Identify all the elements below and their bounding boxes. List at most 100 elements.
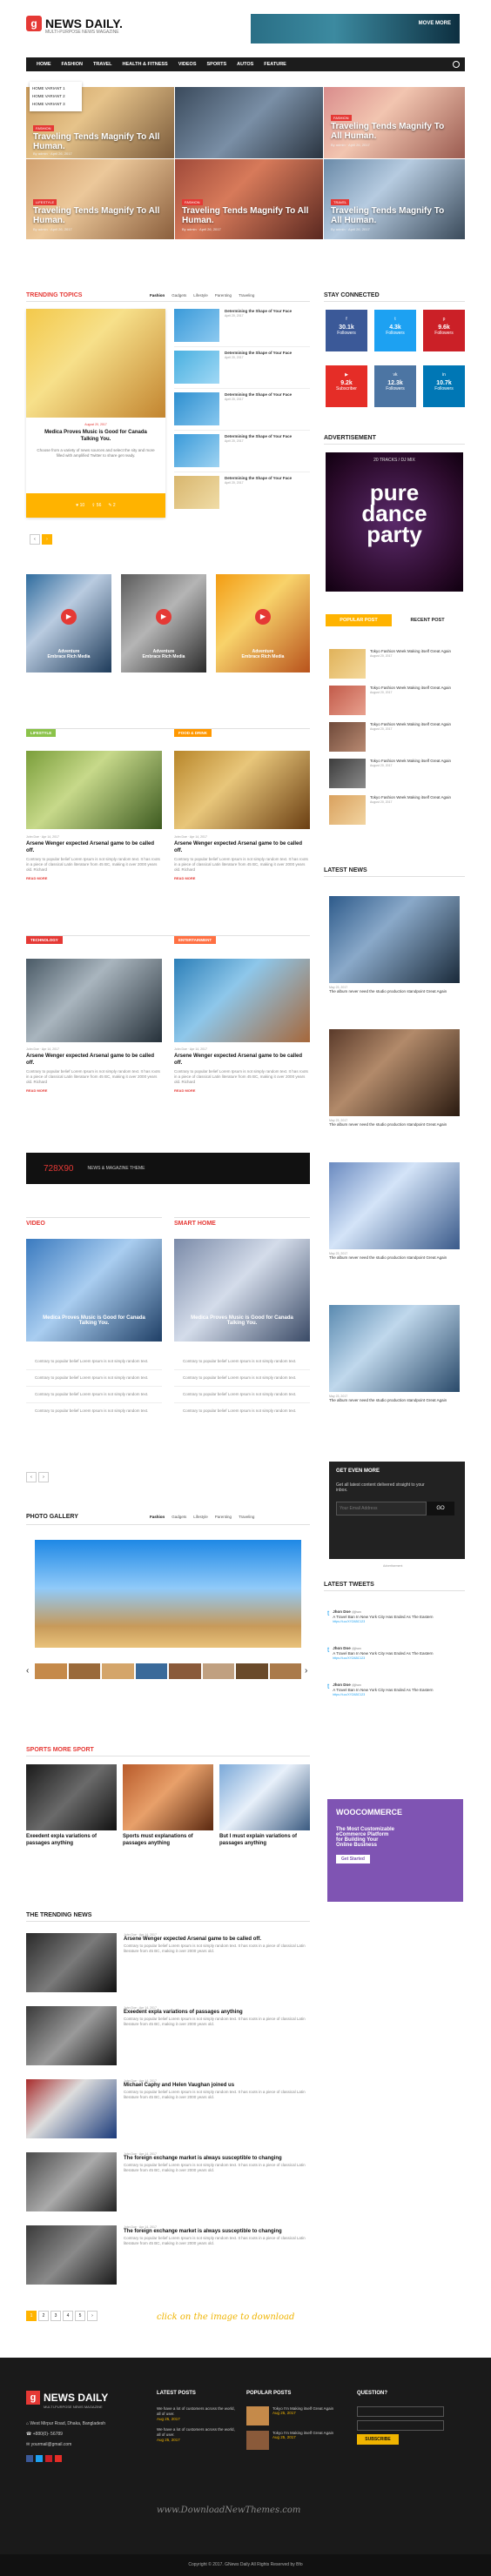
article-image[interactable] — [26, 959, 162, 1042]
list-item[interactable]: Tokyo Fashion Week Making itself Great A… — [329, 649, 463, 686]
subscribe-button[interactable]: SUBSCRIBE — [357, 2434, 399, 2445]
list-item[interactable]: John Doe · Apr 14, 2017 Arsene Wenger exp… — [26, 1933, 310, 2006]
tab-gadgets[interactable]: Gadgets — [172, 293, 186, 298]
prev-arrow-icon[interactable]: ‹ — [30, 534, 40, 545]
latest-news-image[interactable] — [329, 896, 460, 983]
site-logo[interactable]: g NEWS DAILY. MULTI-PURPOSE NEWS MAGAZIN… — [26, 16, 123, 35]
page-5[interactable]: 5 — [75, 2311, 85, 2321]
read-more-link[interactable]: READ MORE — [174, 1088, 310, 1093]
email-input[interactable] — [336, 1502, 427, 1515]
hero-card[interactable]: TRAVEL Traveling Tends Magnify To All Hu… — [324, 159, 465, 239]
footer-post-title[interactable]: We have a lot of customers across the wo… — [157, 2406, 239, 2417]
list-item[interactable]: Contrary to popular belief Lorem Ipsum i… — [26, 1387, 162, 1403]
tweet-link[interactable]: https://t.co/XYZABC123 — [333, 1620, 433, 1623]
header-banner-ad[interactable]: MOVE MORE — [251, 14, 460, 43]
list-item[interactable]: Contrary to popular belief Lorem Ipsum i… — [174, 1387, 310, 1403]
next-arrow-icon[interactable]: › — [38, 1472, 49, 1482]
footer-logo[interactable]: g NEWS DAILY — [26, 2391, 108, 2405]
prev-arrow-icon[interactable]: ‹ — [26, 1472, 37, 1482]
play-icon[interactable]: ▶ — [255, 609, 271, 625]
list-item[interactable]: Contrary to popular belief Lorem Ipsum i… — [174, 1354, 310, 1370]
nav-item-sports[interactable]: SPORTS — [202, 62, 232, 67]
nav-item-travel[interactable]: TRAVEL — [88, 62, 118, 67]
nav-item-feature[interactable]: FEATURE — [259, 62, 292, 67]
nav-item-fashion[interactable]: FASHION — [57, 62, 88, 67]
tab-lifestyle[interactable]: Lifestyle — [193, 293, 208, 298]
article-image[interactable] — [26, 751, 162, 829]
latest-news-image[interactable] — [329, 1305, 460, 1392]
footer-email[interactable]: yourmail@gmail.com — [31, 2442, 72, 2447]
comment-icon[interactable]: ✎ 2 — [108, 503, 115, 508]
tweet-item[interactable]: t Jhon Doe @jhon A Travel Ban In New York … — [327, 1683, 463, 1696]
tab-lifestyle[interactable]: Lifestyle — [193, 1515, 208, 1519]
video-card[interactable]: ▶ Adventure Embrace Rich Media — [216, 574, 310, 672]
latest-news-image[interactable] — [329, 1029, 460, 1116]
tweet-link[interactable]: https://t.co/XYZABC123 — [333, 1656, 433, 1660]
next-arrow-icon[interactable]: › — [305, 1666, 307, 1676]
list-item[interactable]: John Doe · Apr 14, 2017 The foreign excha… — [26, 2225, 310, 2298]
banner-ad-728[interactable]: 728X90 NEWS & MAGAZINE THEME — [26, 1153, 310, 1184]
article-image[interactable] — [174, 959, 310, 1042]
list-item[interactable]: Contrary to popular belief Lorem Ipsum i… — [26, 1354, 162, 1370]
list-item[interactable]: Determining the Shape of Your Face April … — [174, 392, 310, 431]
tab-gadgets[interactable]: Gadgets — [172, 1515, 186, 1519]
sports-title[interactable]: Sports must explanations of passages any… — [123, 1834, 213, 1847]
gallery-thumb[interactable] — [102, 1663, 134, 1679]
tab-traveling[interactable]: Traveling — [239, 1515, 254, 1519]
pinterest-icon[interactable] — [45, 2455, 52, 2462]
article-title[interactable]: Arsene Wenger expected Arsenal game to b… — [174, 841, 310, 854]
tweet-item[interactable]: t Jhon Doe @jhon A Travel Ban In New York … — [327, 1646, 463, 1660]
twitter-button[interactable]: t 4.3k Followers — [374, 310, 416, 351]
list-item[interactable]: Tokyo Fashion Week Making itself Great A… — [329, 795, 463, 832]
share-icon[interactable]: ⇪ 56 — [91, 503, 101, 508]
page-4[interactable]: 4 — [63, 2311, 73, 2321]
article-title[interactable]: Arsene Wenger expected Arsenal game to b… — [26, 1054, 162, 1067]
list-item[interactable]: John Doe · Apr 14, 2017 Michael Caphy and… — [26, 2079, 310, 2152]
gallery-thumb[interactable] — [35, 1663, 67, 1679]
category-badge[interactable]: ENTERTAINMENT — [174, 936, 217, 944]
tweet-item[interactable]: t Jhon Doe @jhon A Travel Ban In New York … — [327, 1609, 463, 1623]
nav-item-autos[interactable]: AUTOS — [232, 62, 259, 67]
tab-traveling[interactable]: Traveling — [239, 293, 254, 298]
footer-post-title[interactable]: We have a lot of customers across the wo… — [157, 2427, 239, 2438]
woocommerce-ad[interactable]: WOOCOMMERCE The Most Customizable eComme… — [327, 1799, 463, 1902]
tweet-link[interactable]: https://t.co/XYZABC123 — [333, 1693, 433, 1696]
tab-parenting[interactable]: Parenting — [215, 1515, 232, 1519]
latest-news-item[interactable]: May 23, 2017 The album never need the stu… — [329, 1395, 460, 1403]
go-button[interactable]: GO — [427, 1502, 454, 1515]
list-item[interactable]: John Doe · Apr 14, 2017 The foreign excha… — [26, 2152, 310, 2225]
heart-icon[interactable]: ♥ 10 — [76, 503, 84, 508]
category-badge[interactable]: TECHNOLOGY — [26, 936, 63, 944]
list-item[interactable]: Determining the Shape of Your Face April … — [174, 351, 310, 389]
sports-title[interactable]: But I must explain variations of passage… — [219, 1834, 310, 1847]
hero-card[interactable] — [175, 87, 323, 158]
list-item[interactable]: Determining the Shape of Your Face April … — [174, 476, 310, 514]
gallery-thumb[interactable] — [236, 1663, 268, 1679]
category-badge[interactable]: FOOD & DRINK — [174, 729, 212, 737]
prev-arrow-icon[interactable]: ‹ — [26, 1666, 29, 1676]
twitter-icon[interactable] — [36, 2455, 43, 2462]
list-item[interactable]: John Doe · Apr 14, 2017 Exeedent expla va… — [26, 2006, 310, 2079]
tab-fashion[interactable]: Fashion — [150, 293, 165, 298]
latest-news-item[interactable]: May 23, 2017 The album never need the stu… — [329, 1252, 460, 1261]
list-item[interactable]: Tokyo I'm Making itself Great Again Aug 2… — [246, 2406, 351, 2425]
gallery-main-image[interactable] — [35, 1540, 301, 1648]
smarthome-feature-card[interactable]: Medica Proves Music is Good for Canada T… — [174, 1239, 310, 1342]
video-card[interactable]: ▶ Adventure Embrace Rich Media — [121, 574, 206, 672]
get-started-button[interactable]: Get Started — [336, 1855, 370, 1863]
question-email-input[interactable] — [357, 2420, 444, 2431]
category-badge[interactable]: LIFESTYLE — [26, 729, 57, 737]
article-title[interactable]: Arsene Wenger expected Arsenal game to b… — [174, 1054, 310, 1067]
video-feature-card[interactable]: Medica Proves Music is Good for Canada T… — [26, 1239, 162, 1342]
video-card[interactable]: ▶ Adventure Embrace Rich Media — [26, 574, 111, 672]
nav-item-health[interactable]: HEALTH & FITNESS — [118, 62, 173, 67]
list-item[interactable]: Contrary to popular belief Lorem Ipsum i… — [26, 1403, 162, 1419]
list-item[interactable]: Tokyo I'm Making itself Great Again Aug 2… — [246, 2431, 351, 2450]
gallery-thumb[interactable] — [135, 1663, 167, 1679]
gallery-thumb[interactable] — [202, 1663, 234, 1679]
next-arrow-icon[interactable]: › — [87, 2311, 98, 2321]
nav-item-videos[interactable]: VIDEOS — [173, 62, 202, 67]
gallery-thumb[interactable] — [169, 1663, 201, 1679]
tab-parenting[interactable]: Parenting — [215, 293, 232, 298]
sports-image[interactable] — [219, 1764, 310, 1830]
